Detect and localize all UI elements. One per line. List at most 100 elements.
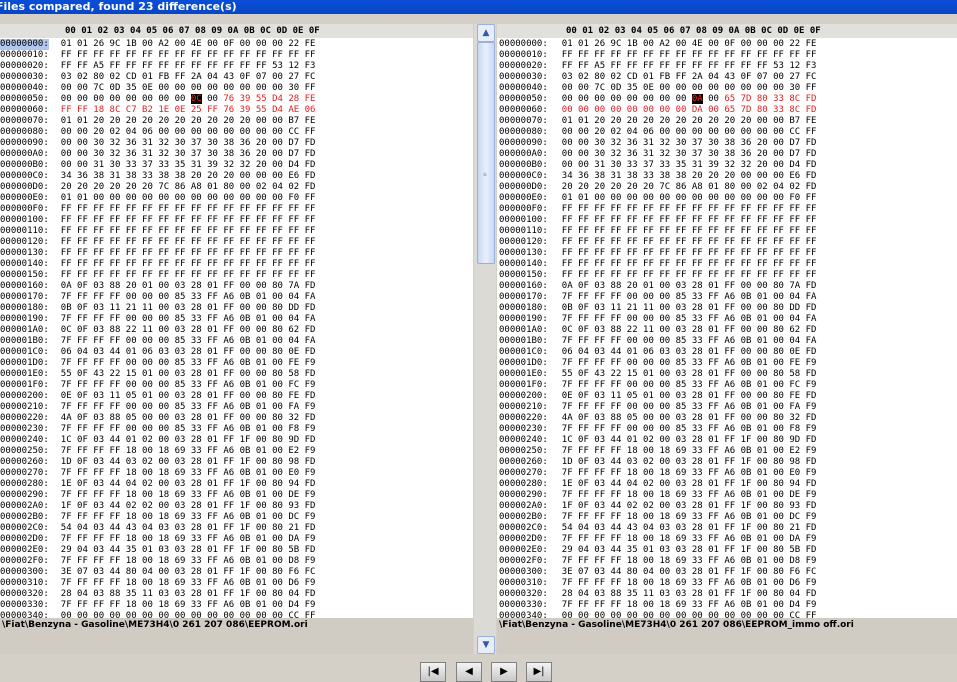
hex-row[interactable]: 00000290: 7F FF FF FF 18 00 18 69 33 FF A… (0, 490, 315, 501)
scroll-down-icon[interactable]: ▼ (477, 636, 495, 654)
hex-row[interactable]: 00000340: 00 00 00 00 00 00 00 00 00 00 0… (497, 611, 816, 618)
hex-row[interactable]: 00000320: 28 04 03 88 35 11 03 03 28 01 F… (497, 589, 816, 600)
hex-row[interactable]: 000001D0: 7F FF FF FF 00 00 00 85 33 FF A… (0, 358, 315, 369)
hex-row[interactable]: 00000240: 1C 0F 03 44 01 02 00 03 28 01 F… (0, 435, 315, 446)
hex-row[interactable]: 00000120: FF FF FF FF FF FF FF FF FF FF F… (0, 237, 315, 248)
hex-row[interactable]: 00000140: FF FF FF FF FF FF FF FF FF FF F… (0, 259, 315, 270)
hex-row[interactable]: 000000A0: 00 00 30 32 36 31 32 30 37 30 3… (497, 149, 816, 160)
hex-row[interactable]: 000002A0: 1F 0F 03 44 02 02 00 03 28 01 F… (497, 501, 816, 512)
hex-row[interactable]: 000000D0: 20 20 20 20 20 20 7C 86 A8 01 8… (0, 182, 315, 193)
hex-row[interactable]: 000002A0: 1F 0F 03 44 02 02 00 03 28 01 F… (0, 501, 315, 512)
hex-row[interactable]: 00000210: 7F FF FF FF 00 00 00 85 33 FF A… (0, 402, 315, 413)
hex-row[interactable]: 00000150: FF FF FF FF FF FF FF FF FF FF F… (0, 270, 315, 281)
hex-row[interactable]: 000001B0: 7F FF FF FF 00 00 00 85 33 FF A… (0, 336, 315, 347)
hex-row[interactable]: 00000260: 1D 0F 03 44 03 02 00 03 28 01 F… (497, 457, 816, 468)
hex-row[interactable]: 00000060: FF FF 18 8C C7 B2 1E 0E 25 FF 7… (0, 105, 315, 116)
hex-row[interactable]: 00000310: 7F FF FF FF 18 00 18 69 33 FF A… (0, 578, 315, 589)
hex-row[interactable]: 000002D0: 7F FF FF FF 18 00 18 69 33 FF A… (497, 534, 816, 545)
hex-row[interactable]: 000002D0: 7F FF FF FF 18 00 18 69 33 FF A… (0, 534, 315, 545)
hex-row[interactable]: 00000220: 4A 0F 03 88 05 00 00 03 28 01 F… (497, 413, 816, 424)
hex-row[interactable]: 00000130: FF FF FF FF FF FF FF FF FF FF F… (497, 248, 816, 259)
hex-row[interactable]: 000001A0: 0C 0F 03 88 22 11 00 03 28 01 F… (497, 325, 816, 336)
hex-row[interactable]: 00000110: FF FF FF FF FF FF FF FF FF FF F… (0, 226, 315, 237)
hex-row[interactable]: 00000140: FF FF FF FF FF FF FF FF FF FF F… (497, 259, 816, 270)
hex-row[interactable]: 00000260: 1D 0F 03 44 03 02 00 03 28 01 F… (0, 457, 315, 468)
hex-row[interactable]: 00000030: 03 02 80 02 CD 01 FB FF 2A 04 4… (497, 72, 816, 83)
hex-row[interactable]: 00000070: 01 01 20 20 20 20 20 20 20 20 2… (0, 116, 315, 127)
scroll-thumb[interactable]: ≡ (477, 42, 495, 264)
hex-row[interactable]: 000001E0: 55 0F 43 22 15 01 00 03 28 01 F… (497, 369, 816, 380)
hex-row[interactable]: 00000050: 00 00 00 00 00 00 00 00 0C 00 7… (0, 94, 315, 105)
hex-row[interactable]: 000002F0: 7F FF FF FF 18 00 18 69 33 FF A… (497, 556, 816, 567)
hex-row[interactable]: 000001F0: 7F FF FF FF 00 00 00 85 33 FF A… (0, 380, 315, 391)
hex-row[interactable]: 00000000: 01 01 26 9C 1B 00 A2 00 4E 00 0… (0, 39, 315, 50)
hex-row[interactable]: 000002B0: 7F FF FF FF 18 00 18 69 33 FF A… (497, 512, 816, 523)
hex-row[interactable]: 00000230: 7F FF FF FF 00 00 00 85 33 FF A… (497, 424, 816, 435)
hex-row[interactable]: 00000130: FF FF FF FF FF FF FF FF FF FF F… (0, 248, 315, 259)
hex-row[interactable]: 000002E0: 29 04 03 44 35 01 03 03 28 01 F… (0, 545, 315, 556)
hex-row[interactable]: 00000270: 7F FF FF FF 18 00 18 69 33 FF A… (497, 468, 816, 479)
hex-row[interactable]: 000001E0: 55 0F 43 22 15 01 00 03 28 01 F… (0, 369, 315, 380)
next-diff-icon[interactable]: ▶ (491, 662, 517, 682)
hex-row[interactable]: 00000160: 0A 0F 03 88 20 01 00 03 28 01 F… (497, 281, 816, 292)
hex-row[interactable]: 00000090: 00 00 30 32 36 31 32 30 37 30 3… (0, 138, 315, 149)
hex-row[interactable]: 00000330: 7F FF FF FF 18 00 18 69 33 FF A… (0, 600, 315, 611)
hex-row[interactable]: 00000310: 7F FF FF FF 18 00 18 69 33 FF A… (497, 578, 816, 589)
hex-row[interactable]: 000002C0: 54 04 03 44 43 04 03 03 28 01 F… (497, 523, 816, 534)
hex-row[interactable]: 000001F0: 7F FF FF FF 00 00 00 85 33 FF A… (497, 380, 816, 391)
hex-row[interactable]: 00000200: 0E 0F 03 11 05 01 00 03 28 01 F… (497, 391, 816, 402)
hex-row[interactable]: 000000F0: FF FF FF FF FF FF FF FF FF FF F… (497, 204, 816, 215)
hex-row[interactable]: 00000180: 0B 0F 03 11 21 11 00 03 28 01 F… (497, 303, 816, 314)
hex-row[interactable]: 00000230: 7F FF FF FF 00 00 00 85 33 FF A… (0, 424, 315, 435)
left-hex-rows[interactable]: 00000000: 01 01 26 9C 1B 00 A2 00 4E 00 0… (0, 39, 315, 618)
hex-row[interactable]: 00000160: 0A 0F 03 88 20 01 00 03 28 01 F… (0, 281, 315, 292)
hex-row[interactable]: 00000320: 28 04 03 88 35 11 03 03 28 01 F… (0, 589, 315, 600)
hex-row[interactable]: 00000290: 7F FF FF FF 18 00 18 69 33 FF A… (497, 490, 816, 501)
hex-row[interactable]: 00000210: 7F FF FF FF 00 00 00 85 33 FF A… (497, 402, 816, 413)
hex-row[interactable]: 00000270: 7F FF FF FF 18 00 18 69 33 FF A… (0, 468, 315, 479)
hex-row[interactable]: 00000220: 4A 0F 03 88 05 00 00 03 28 01 F… (0, 413, 315, 424)
window-title-bar[interactable]: Files compared, found 23 difference(s) (0, 0, 957, 14)
hex-row[interactable]: 000001A0: 0C 0F 03 88 22 11 00 03 28 01 F… (0, 325, 315, 336)
hex-row[interactable]: 00000300: 3E 07 03 44 80 04 00 03 28 01 F… (497, 567, 816, 578)
hex-row[interactable]: 000002E0: 29 04 03 44 35 01 03 03 28 01 F… (497, 545, 816, 556)
hex-row[interactable]: 00000280: 1E 0F 03 44 04 02 00 03 28 01 F… (497, 479, 816, 490)
hex-row[interactable]: 000000E0: 01 01 00 00 00 00 00 00 00 00 0… (0, 193, 315, 204)
hex-row[interactable]: 00000330: 7F FF FF FF 18 00 18 69 33 FF A… (497, 600, 816, 611)
hex-row[interactable]: 000001D0: 7F FF FF FF 00 00 00 85 33 FF A… (497, 358, 816, 369)
hex-row[interactable]: 000002C0: 54 04 03 44 43 04 03 03 28 01 F… (0, 523, 315, 534)
hex-row[interactable]: 00000040: 00 00 7C 0D 35 0E 00 00 00 00 0… (497, 83, 816, 94)
hex-row[interactable]: 000002B0: 7F FF FF FF 18 00 18 69 33 FF A… (0, 512, 315, 523)
hex-row[interactable]: 00000000: 01 01 26 9C 1B 00 A2 00 4E 00 0… (497, 39, 816, 50)
hex-row[interactable]: 000001B0: 7F FF FF FF 00 00 00 85 33 FF A… (497, 336, 816, 347)
hex-row[interactable]: 00000280: 1E 0F 03 44 04 02 00 03 28 01 F… (0, 479, 315, 490)
hex-row[interactable]: 00000170: 7F FF FF FF 00 00 00 85 33 FF A… (0, 292, 315, 303)
vertical-scrollbar[interactable]: ▲ ≡ ▼ (474, 24, 496, 654)
hex-row[interactable]: 00000060: 00 00 00 00 00 00 00 00 DA 00 6… (497, 105, 816, 116)
hex-row[interactable]: 00000030: 03 02 80 02 CD 01 FB FF 2A 04 4… (0, 72, 315, 83)
hex-row[interactable]: 00000010: FF FF FF FF FF FF FF FF FF FF F… (0, 50, 315, 61)
selected-diff-byte[interactable]: 0C (190, 94, 202, 104)
hex-row[interactable]: 00000020: FF FF A5 FF FF FF FF FF FF FF F… (0, 61, 315, 72)
hex-row[interactable]: 00000040: 00 00 7C 0D 35 0E 00 00 00 00 0… (0, 83, 315, 94)
hex-row[interactable]: 00000080: 00 00 20 02 04 06 00 00 00 00 0… (497, 127, 816, 138)
prev-diff-icon[interactable]: ◀ (456, 662, 482, 682)
hex-row[interactable]: 000000B0: 00 00 31 30 33 37 33 35 31 39 3… (497, 160, 816, 171)
hex-row[interactable]: 00000240: 1C 0F 03 44 01 02 00 03 28 01 F… (497, 435, 816, 446)
selected-diff-byte[interactable]: 0A (691, 94, 703, 104)
hex-row[interactable]: 00000070: 01 01 20 20 20 20 20 20 20 20 2… (497, 116, 816, 127)
hex-row[interactable]: 00000080: 00 00 20 02 04 06 00 00 00 00 0… (0, 127, 315, 138)
hex-row[interactable]: 00000340: 00 00 00 00 00 00 00 00 00 00 0… (0, 611, 315, 618)
hex-row[interactable]: 00000250: 7F FF FF FF 18 00 18 69 33 FF A… (0, 446, 315, 457)
hex-row[interactable]: 00000190: 7F FF FF FF 00 00 00 85 33 FF A… (497, 314, 816, 325)
hex-row[interactable]: 000000A0: 00 00 30 32 36 31 32 30 37 30 3… (0, 149, 315, 160)
hex-row[interactable]: 000000B0: 00 00 31 30 33 37 33 35 31 39 3… (0, 160, 315, 171)
hex-row[interactable]: 00000090: 00 00 30 32 36 31 32 30 37 30 3… (497, 138, 816, 149)
right-hex-rows[interactable]: 00000000: 01 01 26 9C 1B 00 A2 00 4E 00 0… (497, 39, 816, 618)
hex-row[interactable]: 000002F0: 7F FF FF FF 18 00 18 69 33 FF A… (0, 556, 315, 567)
hex-row[interactable]: 00000110: FF FF FF FF FF FF FF FF FF FF F… (497, 226, 816, 237)
hex-row[interactable]: 00000250: 7F FF FF FF 18 00 18 69 33 FF A… (497, 446, 816, 457)
hex-row[interactable]: 00000300: 3E 07 03 44 80 04 00 03 28 01 F… (0, 567, 315, 578)
hex-row[interactable]: 00000150: FF FF FF FF FF FF FF FF FF FF F… (497, 270, 816, 281)
hex-row[interactable]: 00000010: FF FF FF FF FF FF FF FF FF FF F… (497, 50, 816, 61)
